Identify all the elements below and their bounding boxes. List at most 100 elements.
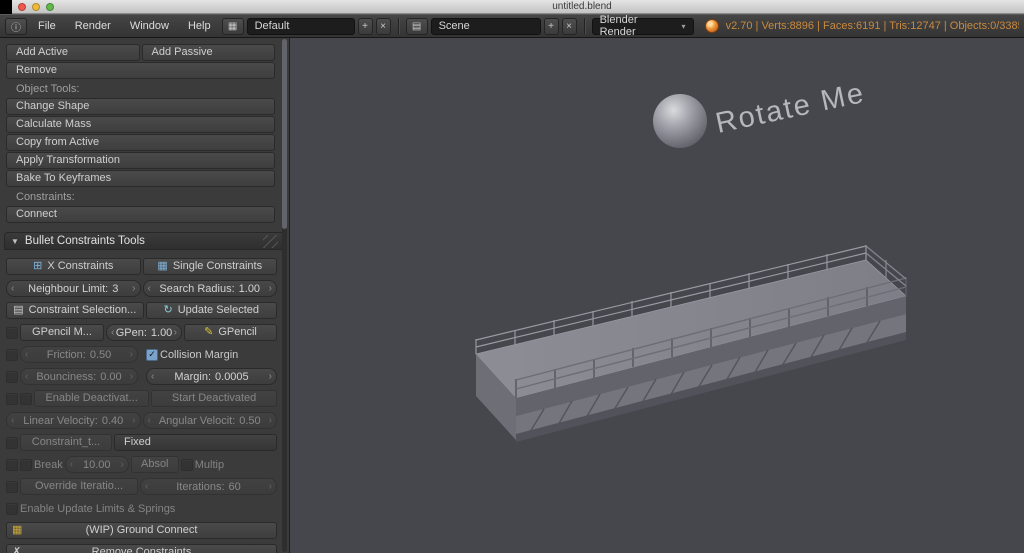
menu-file[interactable]: File <box>30 17 64 35</box>
scene-field[interactable]: Scene <box>431 18 541 35</box>
blender-window: untitled.blend ⓘ File Render Window Help… <box>0 0 1024 553</box>
bake-to-keyframes-button[interactable]: Bake To Keyframes <box>6 170 275 187</box>
separator <box>584 18 585 34</box>
neighbour-limit-field[interactable]: Neighbour Limit: 3 <box>6 280 141 297</box>
override-iterations-button[interactable]: Override Iteratio... <box>20 478 138 495</box>
gpen-field[interactable]: GPen: 1.00 <box>106 324 182 341</box>
single-constraints-button[interactable]: ▦ Single Constraints <box>143 258 278 275</box>
constraint-selection-button[interactable]: ▤ Constraint Selection... <box>6 302 144 319</box>
start-deactivated-button[interactable]: Start Deactivated <box>151 390 277 407</box>
selection-grid-icon: ▤ <box>13 305 23 316</box>
multiply-label: Multip <box>195 459 224 471</box>
menu-render[interactable]: Render <box>67 17 119 35</box>
collision-margin-label: Collision Margin <box>160 349 238 361</box>
viewport-3d[interactable]: Rotate Me <box>290 38 1024 553</box>
field-value: 0.40 <box>102 415 123 427</box>
plus-icon: + <box>548 21 554 32</box>
field-label: Neighbour Limit: <box>28 283 108 295</box>
close-icon: × <box>380 21 386 32</box>
update-selected-button[interactable]: ↻ Update Selected <box>146 302 277 319</box>
margin-field[interactable]: Margin: 0.0005 <box>146 368 277 385</box>
deactivated-extra-checkbox[interactable] <box>20 393 32 405</box>
enable-deactivated-button[interactable]: Enable Deactivat... <box>34 390 149 407</box>
bullet-constraints-panel-header[interactable]: ▼ Bullet Constraints Tools <box>4 232 285 250</box>
enable-deactivated-checkbox[interactable] <box>6 393 18 405</box>
calculate-mass-button[interactable]: Calculate Mass <box>6 116 275 133</box>
delete-scene-button[interactable]: × <box>562 18 577 35</box>
toolshelf-scrollbar[interactable] <box>282 39 287 552</box>
editor-type-button[interactable]: ⓘ <box>5 18 27 35</box>
enable-update-checkbox[interactable] <box>6 503 18 515</box>
bounciness-field[interactable]: Bounciness: 0.00 <box>20 368 138 385</box>
multiply-checkbox[interactable] <box>181 459 193 471</box>
break-checkbox-1[interactable] <box>6 459 18 471</box>
gpencil-button[interactable]: ✎ GPencil <box>184 324 277 341</box>
absolute-button[interactable]: Absol <box>131 456 179 473</box>
info-header: ⓘ File Render Window Help ▦ Default + × … <box>0 14 1024 38</box>
bridge-object[interactable] <box>476 245 906 442</box>
field-value: 0.50 <box>90 349 111 361</box>
window-title: untitled.blend <box>0 0 1024 13</box>
plus-icon: + <box>362 21 368 32</box>
connect-button[interactable]: Connect <box>6 206 275 223</box>
close-icon: × <box>566 21 572 32</box>
add-active-button[interactable]: Add Active <box>6 44 140 61</box>
constraint-type-select[interactable]: Fixed <box>114 434 277 451</box>
ground-grid-icon: ▦ <box>12 525 22 536</box>
constraint-type-button[interactable]: Constraint_t... <box>20 434 112 451</box>
remove-x-icon: ✗ <box>12 547 21 553</box>
field-label: Angular Velocit: <box>159 415 235 427</box>
engine-value: Blender Render <box>600 14 676 38</box>
sphere-object[interactable] <box>653 94 707 148</box>
field-label: GPen: <box>116 327 147 339</box>
apply-transformation-button[interactable]: Apply Transformation <box>6 152 275 169</box>
field-value: 60 <box>229 481 241 493</box>
add-layout-button[interactable]: + <box>358 18 373 35</box>
break-checkbox-2[interactable] <box>20 459 32 471</box>
angular-velocity-field[interactable]: Angular Velocit: 0.50 <box>143 412 278 429</box>
ground-connect-button[interactable]: ▦ (WIP) Ground Connect <box>6 522 277 539</box>
change-shape-button[interactable]: Change Shape <box>6 98 275 115</box>
override-iterations-checkbox[interactable] <box>6 481 18 493</box>
menu-help[interactable]: Help <box>180 17 219 35</box>
delete-layout-button[interactable]: × <box>376 18 391 35</box>
button-label: Constraint Selection... <box>29 303 137 318</box>
add-passive-button[interactable]: Add Passive <box>142 44 276 61</box>
x-constraints-button[interactable]: ⊞ X Constraints <box>6 258 141 275</box>
render-engine-select[interactable]: Blender Render ▾ <box>592 18 694 35</box>
gpencil-mode-checkbox[interactable] <box>6 327 18 339</box>
check-icon: ✓ <box>148 350 156 359</box>
info-icon: ⓘ <box>11 19 21 34</box>
separator <box>398 18 399 34</box>
search-radius-field[interactable]: Search Radius: 1.00 <box>143 280 278 297</box>
layout-browse-button[interactable]: ▦ <box>222 18 244 35</box>
button-label: Remove Constraints <box>92 545 192 553</box>
iterations-field[interactable]: Iterations: 60 <box>140 478 277 495</box>
blender-logo-icon <box>705 19 719 33</box>
scrollbar-thumb[interactable] <box>282 39 287 229</box>
bounciness-checkbox[interactable] <box>6 371 18 383</box>
linear-velocity-field[interactable]: Linear Velocity: 0.40 <box>6 412 141 429</box>
remove-constraints-button[interactable]: ✗ Remove Constraints <box>6 544 277 553</box>
rotate-me-text[interactable]: Rotate Me <box>713 77 868 140</box>
scene-browse-button[interactable]: ▤ <box>406 18 428 35</box>
friction-checkbox[interactable] <box>6 349 18 361</box>
scene-browse-icon: ▤ <box>412 21 421 32</box>
panel-drag-grip[interactable] <box>263 235 278 248</box>
collision-margin-checkbox[interactable]: ✓ <box>146 349 158 361</box>
remove-button[interactable]: Remove <box>6 62 275 79</box>
friction-field[interactable]: Friction: 0.50 <box>20 346 138 363</box>
button-label: Update Selected <box>178 303 259 318</box>
break-threshold-field[interactable]: 10.00 <box>65 456 129 473</box>
panel-title: Bullet Constraints Tools <box>25 235 145 247</box>
button-label: (WIP) Ground Connect <box>86 523 198 538</box>
field-label: Iterations: <box>176 481 224 493</box>
add-scene-button[interactable]: + <box>544 18 559 35</box>
constraint-type-checkbox[interactable] <box>6 437 18 449</box>
gpencil-mode-button[interactable]: GPencil M... <box>20 324 104 341</box>
menu-window[interactable]: Window <box>122 17 177 35</box>
layout-field[interactable]: Default <box>247 18 355 35</box>
object-tools-label: Object Tools: <box>6 83 279 96</box>
layout-browse-icon: ▦ <box>228 21 237 32</box>
copy-from-active-button[interactable]: Copy from Active <box>6 134 275 151</box>
